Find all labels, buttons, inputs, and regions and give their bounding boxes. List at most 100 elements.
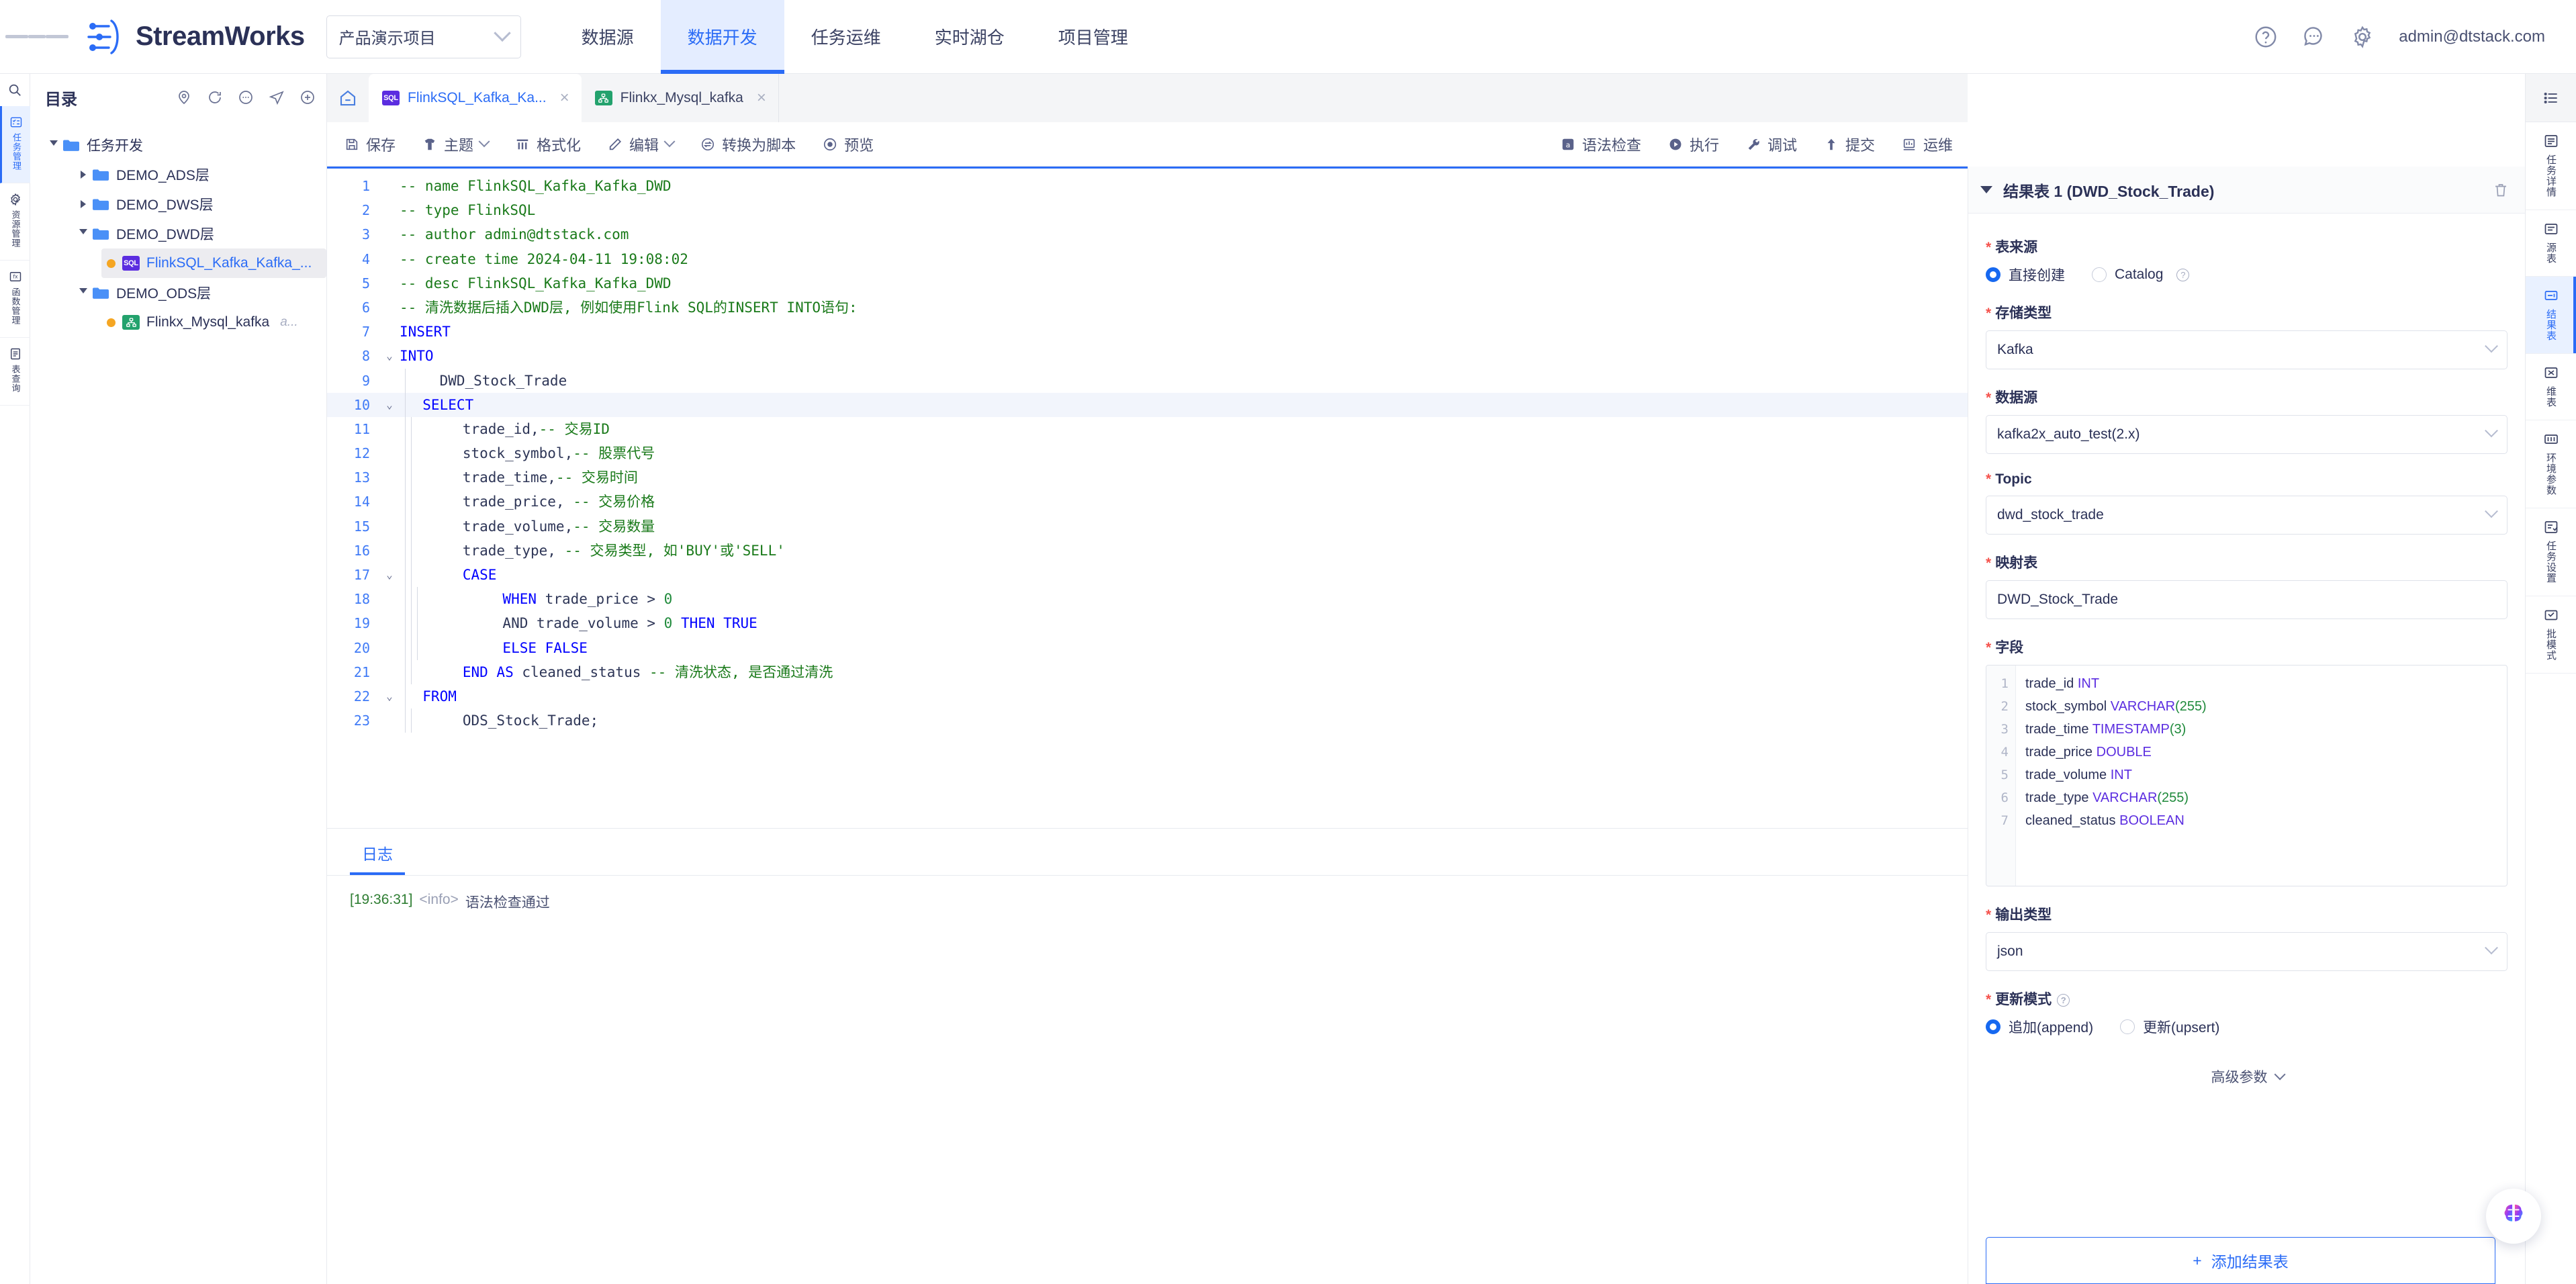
datasource-select[interactable]: kafka2x_auto_test(2.x) [1986,415,2508,454]
send-icon[interactable] [269,89,285,105]
chevron-down-icon[interactable] [1980,186,1992,193]
help-icon[interactable] [2254,25,2278,49]
debug-button[interactable]: 调试 [1746,134,1797,155]
panel-tab-label: 批模式 [2545,629,2557,661]
radio-upsert[interactable]: 更新(upsert) [2120,1017,2219,1037]
format-icon [516,139,528,149]
pencil-icon [609,138,622,150]
tree-node-demo-ods[interactable]: DEMO_ODS层 [30,278,326,308]
result-table-header[interactable]: 结果表 1 (DWD_Stock_Trade) [1968,167,2525,214]
fields-content[interactable]: trade_id INT stock_symbol VARCHAR(255) tra… [2016,666,2507,886]
sidebar-item-function-management[interactable]: fx 函数管理 [0,261,30,338]
chevron-right-icon[interactable] [75,171,92,179]
preview-button[interactable]: 预览 [823,134,874,155]
panel-tab-task-settings[interactable]: 任务设置 [2526,508,2576,596]
tree-node-demo-ads[interactable]: DEMO_ADS层 [30,160,326,189]
fields-editor[interactable]: 1 2 3 4 5 6 7 trade_id INT stock_symbol VARCHAR… [1986,665,2508,886]
indent-guide [405,514,406,539]
output-type-select[interactable]: json [1986,932,2508,971]
code-fold-toggle[interactable]: ⌄ [379,344,400,368]
save-button[interactable]: 保存 [344,134,396,155]
panel-tab-task-detail[interactable]: 任务详情 [2526,122,2576,210]
radio-catalog[interactable]: Catalog? [2092,267,2190,283]
convert-to-script-button[interactable]: 转换为脚本 [700,134,796,155]
help-icon[interactable]: ? [2176,268,2190,281]
nav-item-datasource[interactable]: 数据源 [555,0,661,74]
user-email[interactable]: admin@dtstack.com [2399,28,2545,46]
run-button[interactable]: 执行 [1668,134,1719,155]
directory-tools [176,89,316,105]
submit-button[interactable]: 提交 [1824,134,1875,155]
editor-tab-flinksql[interactable]: SQL FlinkSQL_Kafka_Ka... × [369,74,582,122]
close-icon[interactable]: × [560,89,569,107]
tree-node-demo-dws[interactable]: DEMO_DWS层 [30,189,326,219]
topic-select[interactable]: dwd_stock_trade [1986,496,2508,535]
chevron-right-icon[interactable] [75,200,92,208]
syntax-check-button[interactable]: a 语法检查 [1561,134,1641,155]
theme-button[interactable]: 主题 [422,134,490,155]
message-icon[interactable] [2302,25,2326,49]
help-icon[interactable]: ? [2057,993,2070,1007]
location-icon[interactable] [176,89,192,105]
sidebar-item-task-management[interactable]: 任务管理 [0,106,30,183]
plus-icon[interactable] [300,89,316,105]
chevron-down-icon[interactable] [75,229,92,238]
add-result-table-button[interactable]: + 添加结果表 [1986,1237,2495,1284]
sidebar-search-icon[interactable] [0,74,30,106]
refresh-icon[interactable] [207,89,223,105]
nav-item-task-ops[interactable]: 任务运维 [784,0,908,74]
trash-icon[interactable] [2493,182,2509,198]
code-editor-content[interactable]: 1 -- name FlinkSQL_Kafka_Kafka_DWD 2 -- typ… [327,169,1968,733]
folder-icon [93,169,109,181]
panel-tab-env-params[interactable]: 环境参数 [2526,420,2576,508]
nav-item-realtime-lakehouse[interactable]: 实时湖仓 [908,0,1031,74]
panel-tab-dim-table[interactable]: 维表 [2526,354,2576,420]
code-editor[interactable]: 1 -- name FlinkSQL_Kafka_Kafka_DWD 2 -- typ… [327,167,1968,828]
tree-node-label: DEMO_DWD层 [116,227,214,242]
sidebar-item-resource-management[interactable]: 资源管理 [0,183,30,261]
code-line-number: 13 [353,469,370,486]
tree-node-flinkx-mysql-kafka[interactable]: Flinkx_Mysql_kafka a... [101,308,326,337]
code-fold-toggle[interactable]: ⌄ [379,563,400,587]
nav-item-project-mgmt[interactable]: 项目管理 [1031,0,1155,74]
project-select[interactable]: 产品演示项目 [326,15,521,58]
tree-node-task-dev[interactable]: 任务开发 [30,130,326,160]
edit-button[interactable]: 编辑 [608,134,676,155]
source-table-icon [2544,224,2557,234]
chevron-down-icon[interactable] [75,288,92,297]
mapping-table-input[interactable]: DWD_Stock_Trade [1986,580,2508,619]
format-button[interactable]: 格式化 [515,134,581,155]
menu-toggle-icon[interactable] [0,0,74,74]
more-icon[interactable] [238,89,254,105]
home-icon[interactable] [327,74,369,122]
advanced-params-toggle[interactable]: 高级参数 [1986,1066,2508,1087]
gear-icon[interactable] [2350,25,2375,49]
code-line-number: 6 [361,299,370,316]
code-line: 20 ELSE FALSE [327,635,1968,660]
radio-direct-create[interactable]: 直接创建 [1986,265,2065,285]
panel-tab-source-table[interactable]: 源表 [2526,210,2576,277]
nav-item-data-dev[interactable]: 数据开发 [660,0,784,74]
editor-tab-flinkx[interactable]: Flinkx_Mysql_kafka × [582,74,779,122]
code-fold-toggle[interactable]: ⌄ [379,393,400,417]
ai-assistant-button[interactable] [2486,1189,2541,1244]
panel-menu-icon[interactable] [2526,74,2576,122]
panel-tab-batch-mode[interactable]: 批模式 [2526,596,2576,674]
tree-node-demo-dwd[interactable]: DEMO_DWD层 [30,219,326,248]
close-icon[interactable]: × [757,89,766,107]
code-fold-toggle[interactable]: ⌄ [379,684,400,708]
project-select-value: 产品演示项目 [338,30,436,48]
chevron-down-icon [2485,504,2498,518]
sidebar-item-table-query[interactable]: 表查询 [0,338,30,406]
field-line-number: 2 [2000,699,2009,714]
ops-button[interactable]: 运维 [1902,134,1953,155]
storage-type-select[interactable]: Kafka [1986,330,2508,369]
save-icon [346,138,358,150]
chevron-down-icon[interactable] [45,140,62,150]
tree-node-label: DEMO_ADS层 [116,168,210,183]
panel-tab-result-table[interactable]: 结果表 [2526,277,2576,354]
radio-append[interactable]: 追加(append) [1986,1017,2093,1037]
tab-log[interactable]: 日志 [350,841,405,875]
tree-node-flinksql-kafka-kafka[interactable]: SQL FlinkSQL_Kafka_Kafka_... [101,248,326,278]
code-line-text: INSERT [400,324,451,340]
